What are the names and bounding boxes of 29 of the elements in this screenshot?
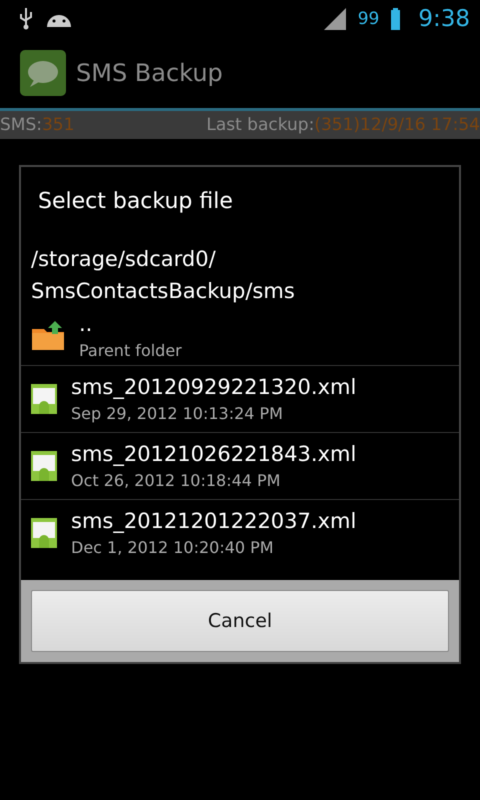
usb-icon	[18, 8, 34, 30]
battery-icon	[391, 8, 400, 30]
folder-path: /storage/sdcard0/	[31, 246, 217, 273]
android-file-icon	[31, 451, 57, 481]
last-backup: Last backup:(351)12/9/16 17:54	[206, 115, 480, 135]
file-date: Oct 26, 2012 10:18:44 PM	[71, 470, 282, 492]
cancel-button[interactable]: Cancel	[31, 590, 449, 652]
file-list-item[interactable]: sms_20121026221843.xml Oct 26, 2012 10:18:44 PM	[21, 432, 459, 499]
app-icon	[20, 50, 66, 96]
sms-count: SMS:351	[0, 115, 74, 135]
file-date: Parent folder	[79, 340, 182, 362]
file-list-item[interactable]: .. Parent folder	[21, 307, 459, 365]
app-title: SMS Backup	[76, 59, 223, 87]
signal-icon	[324, 8, 346, 30]
folder-path: SmsContactsBackup/sms	[31, 278, 296, 305]
file-name: ..	[79, 311, 94, 338]
file-date: Sep 29, 2012 10:13:24 PM	[71, 403, 284, 425]
dialog-title: Select backup file	[37, 188, 234, 216]
file-name: sms_20121026221843.xml	[71, 441, 356, 468]
file-name: sms_20120929221320.xml	[71, 374, 356, 401]
file-date: Dec 1, 2012 10:20:40 PM	[71, 537, 275, 559]
file-list-item[interactable]: sms_20120929221320.xml Sep 29, 2012 10:13:24 PM	[21, 365, 459, 432]
android-file-icon	[31, 518, 57, 548]
folder-icon	[31, 321, 65, 351]
file-name: sms_20121201222037.xml	[71, 508, 356, 535]
battery-level: 99	[358, 9, 380, 29]
file-list-item[interactable]: sms_20121201222037.xml Dec 1, 2012 10:20:40 PM	[21, 499, 459, 566]
clock: 9:38	[418, 6, 470, 32]
android-file-icon	[31, 384, 57, 414]
